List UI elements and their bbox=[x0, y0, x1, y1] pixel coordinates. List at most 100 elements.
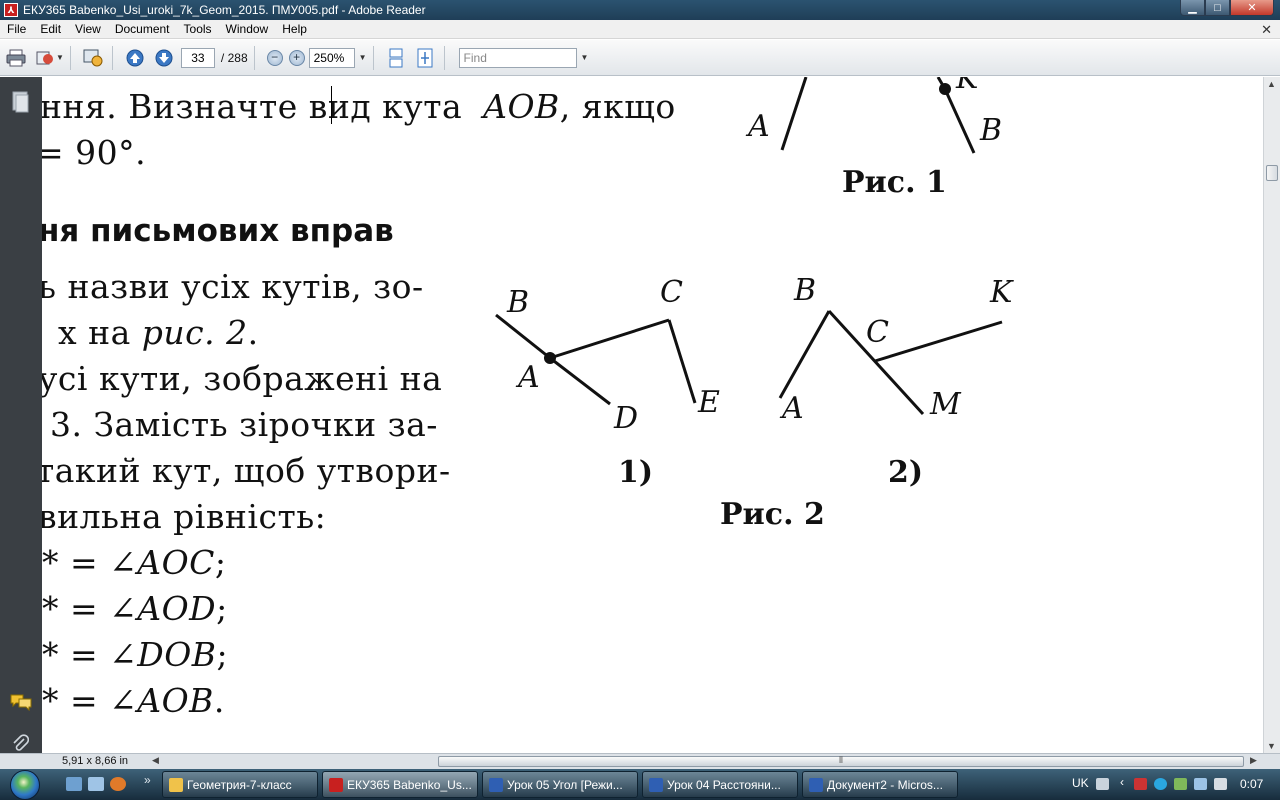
share-dropdown-icon[interactable]: ▼ bbox=[56, 53, 64, 62]
document-view[interactable]: ння. Визначте вид кута AOB, якщо = 90°. … bbox=[42, 77, 1263, 753]
find-dropdown-icon[interactable]: ▼ bbox=[581, 53, 589, 62]
scroll-right-icon[interactable]: ▶ bbox=[1250, 755, 1257, 766]
task-folder-geometry[interactable]: Геометрия-7-класс bbox=[162, 771, 318, 798]
word-icon bbox=[649, 778, 663, 792]
equation-4-angle: AOB bbox=[137, 681, 214, 720]
fig2-1-segment-ce bbox=[667, 319, 697, 404]
text-cursor bbox=[331, 86, 332, 124]
keyboard-icon[interactable] bbox=[1096, 778, 1109, 790]
zoom-out-button[interactable]: − bbox=[266, 49, 283, 66]
system-tray: UK ‹ 0:07 bbox=[1068, 769, 1280, 800]
menu-file[interactable]: File bbox=[0, 22, 33, 36]
minus-icon: − bbox=[271, 49, 279, 64]
scroll-down-icon[interactable]: ▼ bbox=[1267, 741, 1276, 751]
menu-bar: File Edit View Document Tools Window Hel… bbox=[0, 20, 1280, 39]
zoom-dropdown-icon[interactable]: ▼ bbox=[359, 53, 367, 62]
volume-icon[interactable] bbox=[1214, 778, 1227, 790]
fig2-1-label-c: C bbox=[660, 275, 683, 310]
status-bar: 5,91 x 8,66 in ◀ ⦀ ▶ bbox=[0, 753, 1280, 769]
zoom-in-button[interactable]: + bbox=[288, 49, 305, 66]
fig2-1-label-b: B bbox=[507, 285, 530, 320]
window-controls: ▁ □ ✕ bbox=[1180, 0, 1274, 16]
close-button[interactable]: ✕ bbox=[1230, 0, 1274, 16]
page-number-input[interactable]: 33 bbox=[180, 47, 215, 68]
menu-window[interactable]: Window bbox=[219, 22, 276, 36]
doc-line-1-middle: ид кута bbox=[327, 87, 474, 126]
fig2-2-label-m: M bbox=[930, 387, 961, 422]
figure-reference: рис. 2 bbox=[141, 313, 248, 352]
fig2-2-label-a: A bbox=[782, 391, 804, 426]
vertical-scrollbar[interactable]: ▲ ▼ bbox=[1263, 77, 1280, 753]
task-word-document2[interactable]: Документ2 - Micros... bbox=[802, 771, 958, 798]
fit-page-icon bbox=[417, 48, 433, 67]
equation-4-suffix: . bbox=[213, 681, 225, 720]
find-input[interactable]: Find bbox=[458, 47, 577, 68]
minimize-button[interactable]: ▁ bbox=[1180, 0, 1205, 16]
exercise-2-line-4: вильна рівність: bbox=[42, 497, 327, 536]
quicklaunch-more-icon[interactable]: » bbox=[144, 773, 151, 787]
comments-panel-icon[interactable] bbox=[10, 693, 32, 715]
fig1-ray-a bbox=[780, 77, 808, 151]
task-adobe-reader[interactable]: ЕКУ365 Babenko_Us... bbox=[322, 771, 478, 798]
equation-2-angle: AOD bbox=[137, 589, 217, 628]
doc-line-2: = 90°. bbox=[42, 133, 147, 172]
printer-icon bbox=[6, 49, 26, 66]
task-word-lesson-04[interactable]: Урок 04 Расстояни... bbox=[642, 771, 798, 798]
firefox-icon[interactable] bbox=[110, 777, 126, 791]
print-button[interactable] bbox=[3, 45, 29, 71]
fig1-label-k: K bbox=[956, 77, 979, 96]
fit-page-button[interactable] bbox=[412, 45, 438, 71]
skype-icon[interactable] bbox=[1154, 778, 1167, 790]
safely-remove-icon[interactable] bbox=[1174, 778, 1187, 790]
fig2-1-point-a bbox=[544, 352, 556, 364]
doc-line-1-end: , якщо bbox=[559, 87, 676, 126]
network-icon[interactable] bbox=[1194, 778, 1207, 790]
next-page-button[interactable] bbox=[151, 45, 177, 71]
tray-expand-icon[interactable]: ‹ bbox=[1120, 775, 1133, 789]
show-desktop-icon[interactable] bbox=[66, 777, 82, 791]
zoom-level-input[interactable]: 250% bbox=[308, 47, 355, 68]
arrow-down-icon bbox=[155, 49, 173, 66]
language-indicator[interactable]: UK bbox=[1072, 776, 1089, 790]
tray-app-icon[interactable] bbox=[1134, 778, 1147, 790]
horizontal-scroll-thumb[interactable]: ⦀ bbox=[438, 755, 1244, 767]
menu-help[interactable]: Help bbox=[275, 22, 314, 36]
collaborate-button[interactable] bbox=[80, 45, 106, 71]
menu-view[interactable]: View bbox=[68, 22, 108, 36]
pages-panel-icon[interactable] bbox=[10, 91, 30, 113]
fig2-1-label-d: D bbox=[614, 401, 639, 436]
task-label: ЕКУ365 Babenko_Us... bbox=[347, 777, 472, 792]
menu-tools[interactable]: Tools bbox=[177, 22, 219, 36]
scrolling-mode-button[interactable] bbox=[383, 45, 409, 71]
window-title: ЕКУ365 Babenko_Usi_uroki_7k_Geom_2015. П… bbox=[23, 3, 426, 17]
toolbar-separator bbox=[69, 45, 71, 70]
exercise-2-line-3: такий кут, щоб утвори- bbox=[42, 451, 451, 490]
equation-2-prefix: * = ∠ bbox=[42, 589, 138, 628]
page-size-readout: 5,91 x 8,66 in bbox=[62, 755, 129, 767]
previous-page-button[interactable] bbox=[122, 45, 148, 71]
share-icon bbox=[36, 51, 53, 64]
start-button[interactable] bbox=[10, 770, 40, 800]
scroll-left-icon[interactable]: ◀ bbox=[152, 755, 159, 766]
fig2-1-segment-ad bbox=[549, 356, 611, 406]
task-label: Документ2 - Micros... bbox=[827, 777, 943, 792]
task-word-lesson-05[interactable]: Урок 05 Угол [Режи... bbox=[482, 771, 638, 798]
clock[interactable]: 0:07 bbox=[1240, 777, 1263, 791]
equation-1-prefix: * = ∠ bbox=[42, 543, 138, 582]
share-button[interactable] bbox=[32, 45, 58, 71]
attachments-panel-icon[interactable] bbox=[10, 733, 30, 755]
scroll-up-icon[interactable]: ▲ bbox=[1267, 79, 1276, 89]
toolbar-separator bbox=[111, 45, 113, 70]
restore-button[interactable]: □ bbox=[1205, 0, 1230, 16]
document-close-button[interactable]: ✕ bbox=[1261, 22, 1272, 38]
navigation-panel bbox=[0, 77, 42, 753]
menu-document[interactable]: Document bbox=[108, 22, 177, 36]
vertical-scroll-thumb[interactable] bbox=[1266, 165, 1278, 181]
pdf-icon bbox=[329, 778, 343, 792]
equation-2-suffix: ; bbox=[216, 589, 228, 628]
fig2-2-segment-ab bbox=[778, 310, 831, 399]
fig2-caption: Рис. 2 bbox=[720, 497, 825, 532]
taskbar: » Геометрия-7-класс ЕКУ365 Babenko_Us...… bbox=[0, 769, 1280, 800]
menu-edit[interactable]: Edit bbox=[33, 22, 68, 36]
explorer-quicklaunch-icon[interactable] bbox=[88, 777, 104, 791]
